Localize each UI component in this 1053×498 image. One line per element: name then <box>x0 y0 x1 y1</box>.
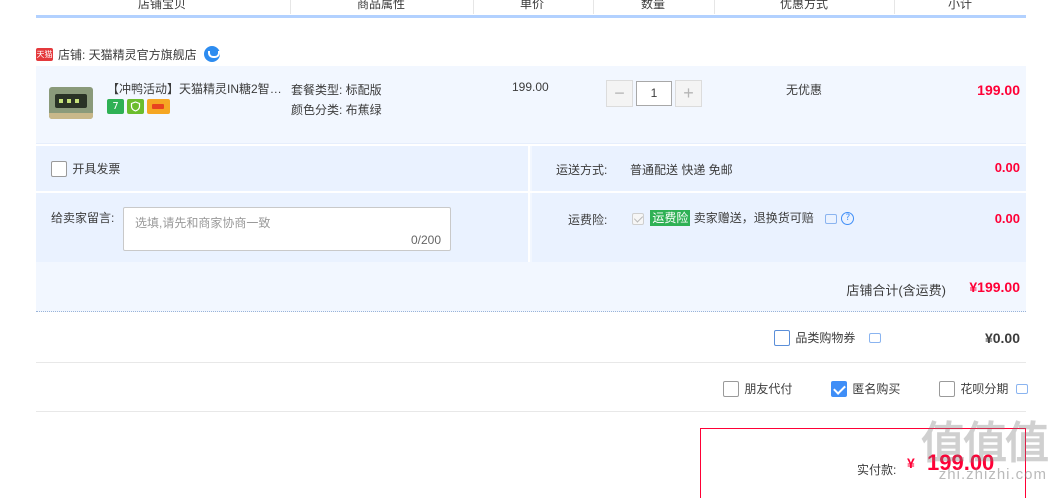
credit-card-icon[interactable] <box>147 99 170 114</box>
order-item-row: 【冲鸭活动】天猫精灵IN糖2智能音箱 7 套餐类型: 标配版 颜色分类: 布蕉绿… <box>36 66 1026 144</box>
seven-day-return-icon[interactable]: 7 <box>107 99 124 114</box>
insurance-desc: 卖家赠送，退换货可赔 <box>693 211 814 225</box>
product-title-link[interactable]: 【冲鸭活动】天猫精灵IN糖2智能音箱 <box>107 80 287 97</box>
qty-increase-button[interactable]: + <box>675 79 702 107</box>
coupon-value: ¥0.00 <box>984 330 1020 346</box>
message-label: 给卖家留言: <box>51 211 115 225</box>
col-quantity: 数量 <box>641 0 666 11</box>
category-coupon-option[interactable]: 品类购物券 <box>774 329 881 346</box>
pay-label: 实付款: <box>857 463 897 477</box>
invoice-label: 开具发票 <box>72 162 121 176</box>
col-discount: 优惠方式 <box>780 0 829 11</box>
service-badges: 7 <box>107 99 170 114</box>
comment-icon[interactable] <box>825 213 838 224</box>
huabei-label: 花呗分期 <box>960 382 1009 396</box>
huabei-checkbox[interactable] <box>939 380 955 397</box>
anonymous-checkbox[interactable] <box>831 380 847 397</box>
insurance-tag: 运费险 <box>650 210 691 226</box>
col-shop-item: 店铺宝贝 <box>138 0 187 11</box>
col-subtotal: 小计 <box>948 0 973 11</box>
wangwang-chat-icon[interactable] <box>203 46 220 62</box>
insurance-checkbox <box>632 212 644 225</box>
help-icon[interactable]: ? <box>841 212 855 226</box>
coupon-comment-icon[interactable] <box>868 332 881 343</box>
shop-total-label: 店铺合计(含运费) <box>846 283 946 298</box>
shipping-label: 运送方式: <box>556 163 608 177</box>
invoice-option[interactable]: 开具发票 <box>51 160 120 177</box>
insurance-label: 运费险: <box>568 213 608 227</box>
message-placeholder: 选填,请先和商家协商一致 <box>135 216 271 230</box>
quantity-stepper: − 1 + <box>606 79 702 107</box>
qty-decrease-button[interactable]: − <box>606 79 633 107</box>
product-thumbnail[interactable] <box>49 87 93 119</box>
seller-message-input[interactable]: 选填,请先和商家协商一致 0/200 <box>123 207 451 251</box>
order-extras: 开具发票 运送方式: 普通配送 快递 免邮 0.00 给卖家留言: 选填,请先和… <box>36 146 1026 312</box>
anonymous-option[interactable]: 匿名购买 <box>831 380 900 397</box>
discount-method: 无优惠 <box>786 83 823 97</box>
invoice-checkbox[interactable] <box>51 160 67 177</box>
tmall-badge-icon: 天猫 <box>36 47 53 61</box>
watermark-url: zhi.zhizhi.com <box>938 466 1047 483</box>
shop-row: 天猫 店铺: 天猫精灵官方旗舰店 <box>36 44 220 64</box>
pay-currency: ¥ <box>907 455 915 471</box>
col-attributes: 商品属性 <box>357 0 406 11</box>
item-subtotal: 199.00 <box>977 82 1020 98</box>
shipping-fee: 0.00 <box>994 160 1020 175</box>
shop-name-link[interactable]: 店铺: 天猫精灵官方旗舰店 <box>58 46 197 63</box>
message-char-count: 0/200 <box>410 233 441 247</box>
unit-price: 199.00 <box>512 80 549 94</box>
column-header: 店铺宝贝 商品属性 单价 数量 优惠方式 小计 <box>36 0 1026 18</box>
insurance-option: 运费险 卖家赠送，退换货可赔 ? <box>632 209 855 226</box>
friend-pay-option[interactable]: 朋友代付 <box>723 380 792 397</box>
attr-color: 颜色分类: 布蕉绿 <box>291 103 382 117</box>
anonymous-label: 匿名购买 <box>852 382 901 396</box>
watermark: 值值值 zhi.zhizhi.com <box>921 418 1049 484</box>
attr-package: 套餐类型: 标配版 <box>291 83 382 97</box>
huabei-option[interactable]: 花呗分期 <box>939 380 1028 397</box>
coupon-label: 品类购物券 <box>795 331 856 345</box>
shipping-method: 普通配送 快递 免邮 <box>630 163 733 177</box>
shop-total-value: ¥199.00 <box>969 279 1020 295</box>
qty-input[interactable]: 1 <box>636 80 672 106</box>
insurance-fee: 0.00 <box>994 211 1020 226</box>
huabei-comment-icon[interactable] <box>1015 383 1028 394</box>
col-unit-price: 单价 <box>520 0 545 11</box>
watermark-logo: 值值值 <box>921 418 1049 469</box>
coupon-checkbox[interactable] <box>774 329 790 346</box>
shield-guarantee-icon[interactable] <box>127 99 144 114</box>
friend-pay-label: 朋友代付 <box>744 382 793 396</box>
friend-pay-checkbox[interactable] <box>723 380 739 397</box>
